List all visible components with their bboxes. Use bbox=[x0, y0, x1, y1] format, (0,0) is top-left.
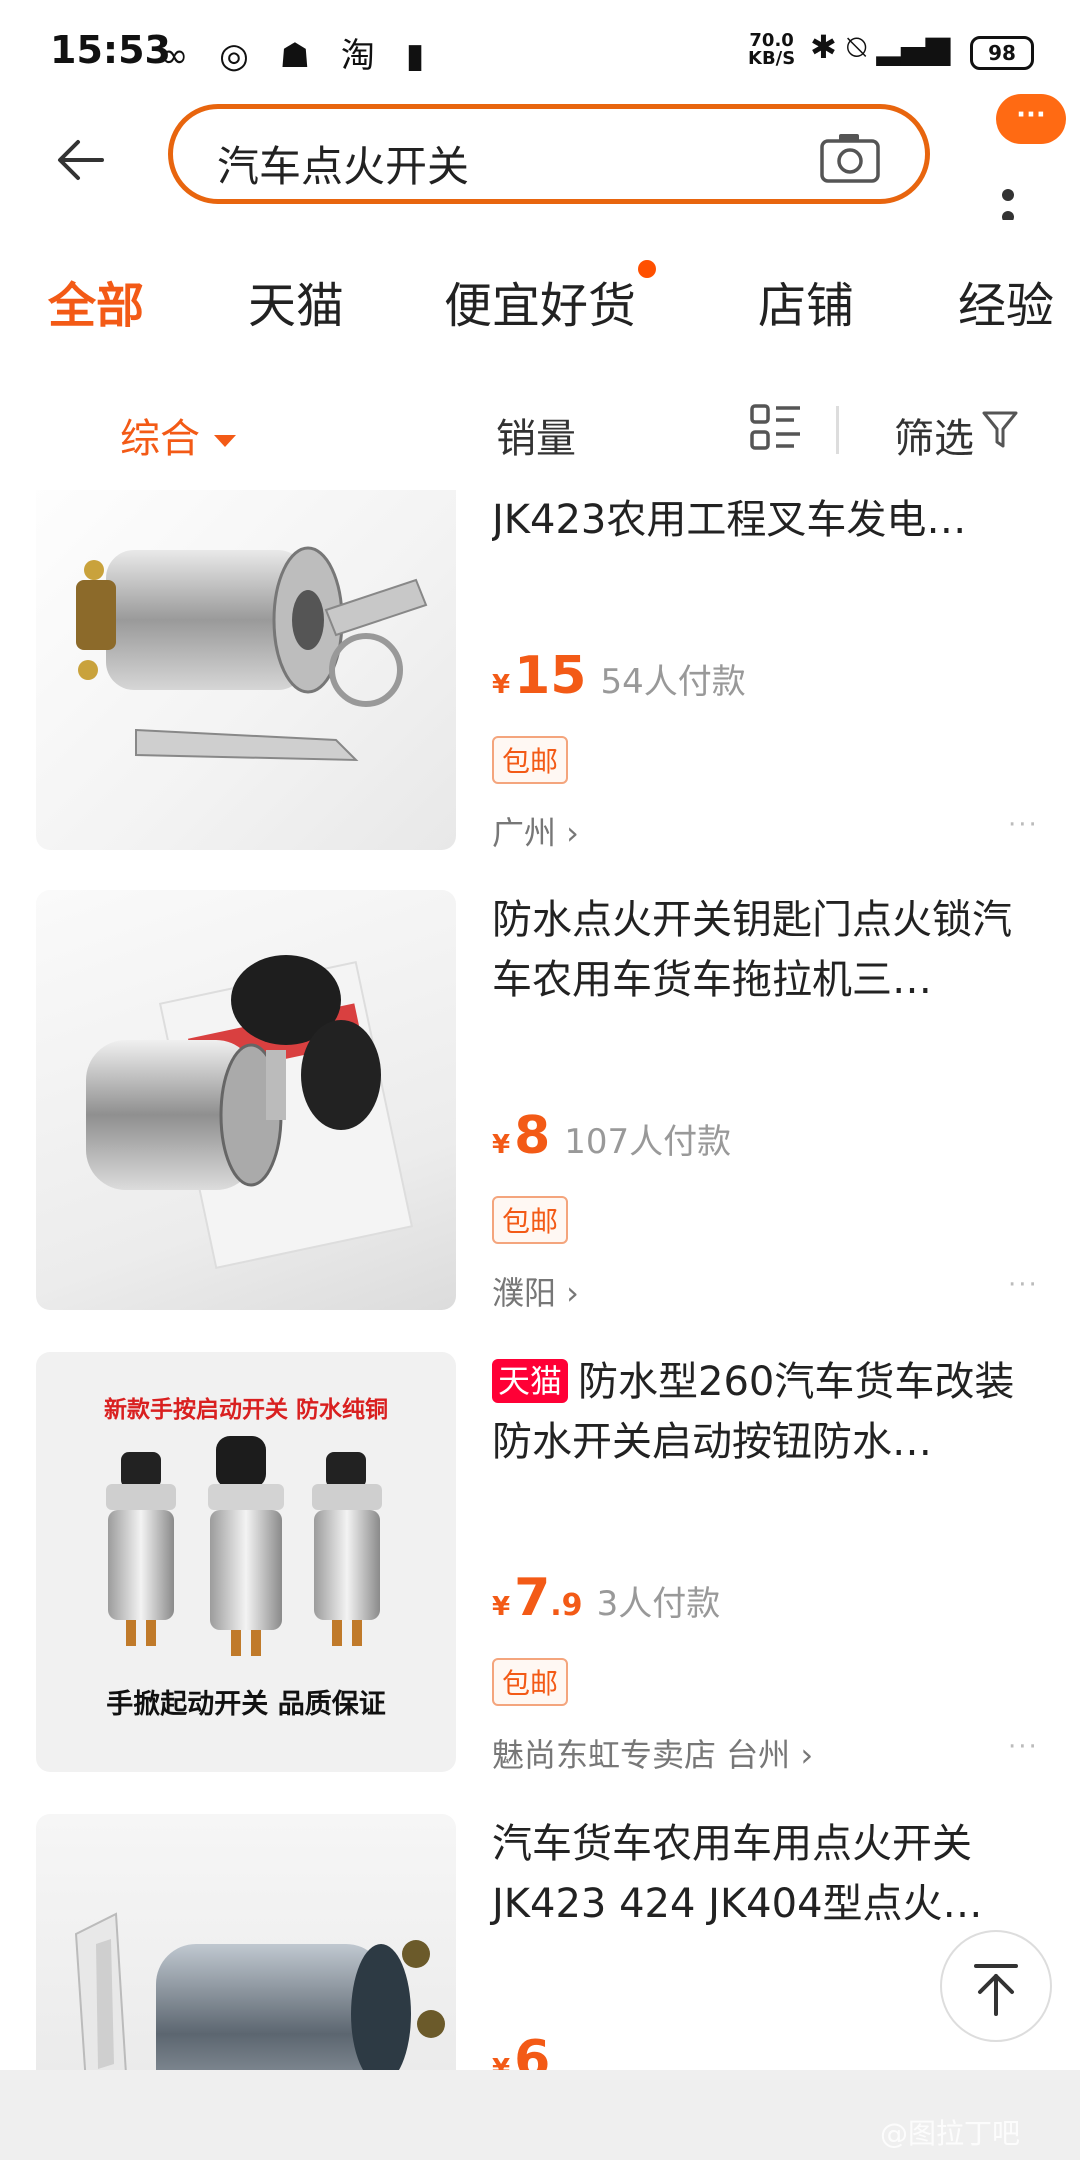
status-bar: 15:53 ∞ ◎ ☗ 淘 ▮ 70.0 KB/S ✱ ⍉ ▂▄▆ 98 bbox=[0, 0, 1080, 100]
sort-comprehensive-label: 综合 bbox=[120, 416, 200, 462]
message-badge[interactable]: ··· bbox=[996, 94, 1066, 144]
waterproof-ignition-lock-image bbox=[86, 955, 414, 1270]
price-row: ¥6 bbox=[492, 2030, 550, 2070]
product-title[interactable]: 汽车点火开关钥匙启动锁 JK423农用工程叉车发电… bbox=[492, 490, 1032, 550]
sort-comprehensive[interactable]: 综合 bbox=[120, 406, 236, 464]
product-image[interactable] bbox=[36, 490, 456, 850]
currency-symbol: ¥ bbox=[492, 1130, 511, 1160]
product-price: 15 bbox=[514, 646, 587, 706]
tab-experience[interactable]: 经验 bbox=[958, 266, 1054, 336]
product-price: 6 bbox=[514, 2030, 551, 2070]
sales-count: 3人付款 bbox=[596, 1584, 721, 1624]
caret-down-icon bbox=[214, 435, 236, 447]
currency-symbol: ¥ bbox=[492, 1592, 511, 1622]
sales-count: 54人付款 bbox=[600, 662, 746, 702]
product-card[interactable]: 汽车点火开关钥匙启动锁 JK423农用工程叉车发电… ¥15 54人付款 包邮 广… bbox=[0, 490, 1080, 872]
product-card[interactable]: 汽车货车农用车用点火开关 JK423 424 JK404型点火… ¥6 bbox=[0, 1794, 1080, 2070]
battery-icon: 98 bbox=[970, 36, 1034, 70]
tmall-badge: 天猫 bbox=[492, 1359, 569, 1403]
search-input[interactable]: 汽车点火开关 bbox=[168, 104, 930, 204]
back-arrow-icon[interactable] bbox=[52, 130, 112, 190]
product-title[interactable]: 防水点火开关钥匙门点火锁汽车农用车货车拖拉机三… bbox=[492, 890, 1032, 1010]
free-shipping-badge: 包邮 bbox=[492, 736, 569, 784]
tab-tmall[interactable]: 天猫 bbox=[248, 266, 344, 336]
sort-divider bbox=[836, 406, 839, 454]
sales-count: 107人付款 bbox=[564, 1122, 732, 1162]
system-icons: ✱ ⍉ ▂▄▆ bbox=[810, 28, 951, 66]
free-shipping-badge: 包邮 bbox=[492, 1196, 569, 1244]
tab-shops[interactable]: 店铺 bbox=[758, 266, 854, 336]
product-location[interactable]: 广州 › bbox=[492, 808, 579, 854]
product-title[interactable]: 汽车货车农用车用点火开关 JK423 424 JK404型点火… bbox=[492, 1814, 1032, 1934]
filter-button[interactable]: 筛选 bbox=[894, 406, 974, 464]
product-image[interactable]: 新款手按启动开关 防水纯铜 手掀起动开关 品质保证 bbox=[36, 1352, 456, 1772]
ignition-switch-keys-image bbox=[74, 1912, 445, 2070]
price-row: ¥15 54人付款 bbox=[492, 646, 746, 706]
product-card[interactable]: 防水点火开关钥匙门点火锁汽车农用车货车拖拉机三… ¥8 107人付款 包邮 濮阳 … bbox=[0, 870, 1080, 1332]
price-row: ¥7.9 3人付款 bbox=[492, 1568, 720, 1628]
product-image[interactable] bbox=[36, 890, 456, 1310]
camera-icon[interactable] bbox=[819, 131, 881, 185]
product-price: 7 bbox=[514, 1568, 551, 1628]
more-options-icon[interactable]: ··· bbox=[1008, 1270, 1039, 1300]
sort-bar: 综合 销量 筛选 bbox=[0, 370, 1080, 490]
more-vertical-icon[interactable] bbox=[996, 140, 1020, 230]
category-tabs: 全部 天猫 便宜好货 店铺 经验 bbox=[0, 220, 1080, 370]
product-title[interactable]: 天猫 防水型260汽车货车改装防水开关启动按钮防水… bbox=[492, 1352, 1032, 1472]
product-title-text: 防水型260汽车货车改装防水开关启动按钮防水… bbox=[492, 1359, 1015, 1465]
currency-symbol: ¥ bbox=[492, 670, 511, 700]
notification-icons: ∞ ◎ ☗ 淘 ▮ bbox=[160, 36, 435, 76]
tab-cheap-goods[interactable]: 便宜好货 bbox=[444, 266, 636, 336]
network-speed-unit: KB/S bbox=[748, 48, 796, 69]
search-header: 汽车点火开关 ··· bbox=[0, 94, 1080, 223]
currency-symbol: ¥ bbox=[492, 2054, 511, 2070]
arrow-up-icon bbox=[974, 1964, 1018, 2016]
watermark: @图拉丁吧 bbox=[880, 2117, 1021, 2150]
sort-sales[interactable]: 销量 bbox=[496, 406, 576, 464]
product-location[interactable]: 濮阳 › bbox=[492, 1268, 579, 1314]
tab-all[interactable]: 全部 bbox=[48, 266, 144, 336]
product-list: 汽车点火开关钥匙启动锁 JK423农用工程叉车发电… ¥15 54人付款 包邮 广… bbox=[0, 490, 1080, 2070]
product-image[interactable] bbox=[36, 1814, 456, 2070]
list-view-toggle-icon[interactable] bbox=[750, 402, 802, 454]
free-shipping-badge: 包邮 bbox=[492, 1658, 569, 1706]
scroll-to-top-button[interactable] bbox=[940, 1930, 1052, 2042]
filter-icon[interactable] bbox=[982, 410, 1018, 450]
search-query: 汽车点火开关 bbox=[217, 142, 470, 191]
new-dot-badge bbox=[638, 260, 656, 278]
shop-location[interactable]: 魅尚东虹专卖店 台州 › bbox=[492, 1730, 813, 1776]
network-speed: 70.0 KB/S bbox=[748, 32, 795, 68]
more-options-icon[interactable]: ··· bbox=[1008, 810, 1039, 840]
ignition-switch-image bbox=[76, 546, 428, 762]
product-card[interactable]: 新款手按启动开关 防水纯铜 手掀起动开关 品质保证 天猫 防水型260汽车货车改… bbox=[0, 1332, 1080, 1794]
price-row: ¥8 107人付款 bbox=[492, 1106, 731, 1166]
status-time: 15:53 bbox=[50, 28, 171, 72]
image-caption-bottom: 手掀起动开关 品质保证 bbox=[106, 1689, 386, 1720]
product-price-decimal: .9 bbox=[550, 1588, 583, 1623]
product-price: 8 bbox=[514, 1106, 551, 1166]
more-options-icon[interactable]: ··· bbox=[1008, 1732, 1039, 1762]
